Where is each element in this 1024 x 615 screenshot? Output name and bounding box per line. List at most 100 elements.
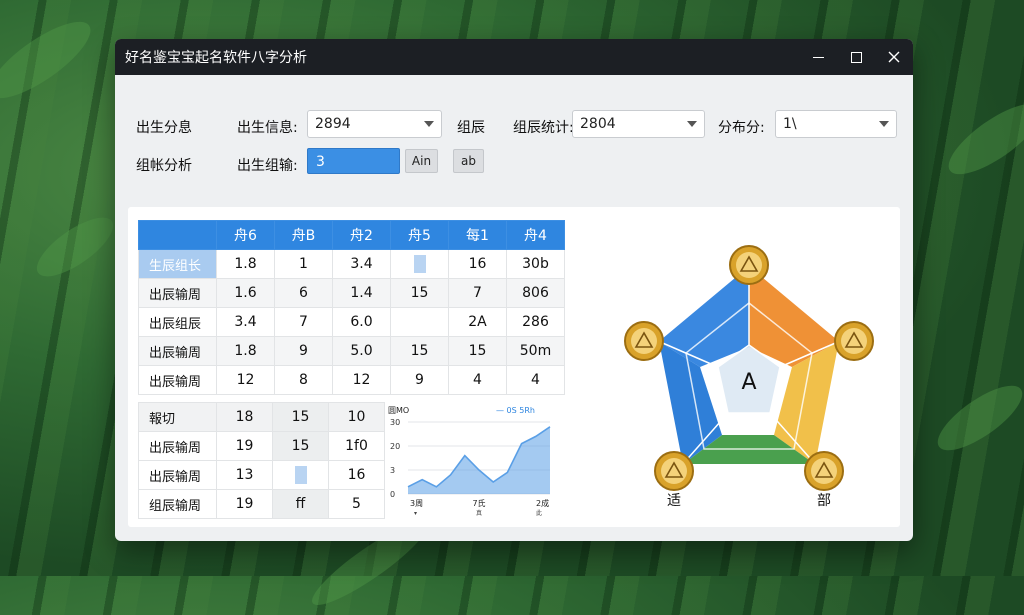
table-cell[interactable]: 7: [274, 307, 333, 337]
birth-input-field[interactable]: 3: [307, 148, 400, 174]
maximize-icon: [850, 51, 862, 63]
title-bar: 好名鉴宝宝起名软件八字分析: [115, 39, 913, 75]
table-cell[interactable]: 9: [390, 365, 449, 395]
table-cell[interactable]: 286: [506, 307, 565, 337]
secondary-data-table: 報切 18 15 10 出辰输周 19 15 1f0 出辰输周 13 16 组辰…: [138, 402, 385, 519]
table-cell[interactable]: 3.4: [332, 249, 391, 279]
minimize-icon: [812, 56, 824, 58]
column-header[interactable]: 舟5: [390, 220, 449, 250]
table-cell[interactable]: 2A: [448, 307, 507, 337]
main-data-table: 舟6 舟B 舟2 舟5 每1 舟4 生辰组长 1.8 1 3.4 16 30b …: [138, 220, 565, 395]
table-cell[interactable]: 1.8: [216, 336, 275, 366]
table-cell[interactable]: 50m: [506, 336, 565, 366]
row-header: 组辰输周: [138, 489, 217, 519]
table-cell[interactable]: 8: [274, 365, 333, 395]
table-cell[interactable]: 7: [448, 278, 507, 308]
table-cell[interactable]: 15: [390, 278, 449, 308]
chart-y-tick-label: 20: [390, 442, 400, 451]
table-cell[interactable]: [272, 460, 329, 490]
column-header[interactable]: 每1: [448, 220, 507, 250]
table-cell[interactable]: [390, 249, 449, 279]
table-cell[interactable]: 15: [272, 431, 329, 461]
column-header[interactable]: 舟B: [274, 220, 333, 250]
table-cell[interactable]: 4: [448, 365, 507, 395]
birth-input-label: 出生组输:: [237, 158, 298, 174]
table-row[interactable]: 出辰输周 12 8 12 9 4 4: [138, 365, 565, 395]
table-row[interactable]: 出辰输周 13 16: [138, 460, 385, 490]
row-header: 報切: [138, 402, 217, 432]
chart-x-sublabel: ▾: [414, 510, 417, 516]
table-cell[interactable]: 16: [448, 249, 507, 279]
table-cell[interactable]: 12: [332, 365, 391, 395]
table-cell[interactable]: 12: [216, 365, 275, 395]
close-button[interactable]: [875, 39, 913, 75]
row-header: 出辰输周: [138, 431, 217, 461]
action-button-1[interactable]: Ain: [405, 149, 438, 173]
group-stat-select[interactable]: 2804: [572, 110, 705, 138]
action-button-2[interactable]: ab: [453, 149, 484, 173]
bg-leaf: [928, 374, 1024, 462]
table-cell[interactable]: 3.4: [216, 307, 275, 337]
table-cell[interactable]: 18: [216, 402, 273, 432]
table-cell[interactable]: 6: [274, 278, 333, 308]
table-cell[interactable]: 1.8: [216, 249, 275, 279]
table-cell[interactable]: 6.0: [332, 307, 391, 337]
table-row[interactable]: 生辰组长 1.8 1 3.4 16 30b: [138, 249, 565, 279]
bg-leaf: [0, 9, 101, 111]
group-stat-value: 2804: [580, 116, 616, 132]
table-cell[interactable]: 9: [274, 336, 333, 366]
table-row[interactable]: 出辰输周 1.6 6 1.4 15 7 806: [138, 278, 565, 308]
table-cell[interactable]: 15: [272, 402, 329, 432]
column-header[interactable]: 舟6: [216, 220, 275, 250]
table-cell[interactable]: 5.0: [332, 336, 391, 366]
chart-y-tick-label: 30: [390, 418, 400, 427]
radar-bottom-right-label: 部: [817, 493, 831, 507]
minimize-button[interactable]: [799, 39, 837, 75]
table-cell[interactable]: 13: [216, 460, 273, 490]
bg-leaf: [939, 91, 1024, 187]
table-cell[interactable]: 10: [328, 402, 385, 432]
table-row[interactable]: 组辰输周 19 ff 5: [138, 489, 385, 519]
badge-bottom-right-icon: [804, 451, 844, 491]
chart-title: 圆MO: [388, 406, 409, 415]
column-header[interactable]: 舟4: [506, 220, 565, 250]
section-label-analysis: 组帐分析: [136, 158, 192, 174]
table-cell[interactable]: 19: [216, 431, 273, 461]
table-cell[interactable]: 1.4: [332, 278, 391, 308]
table-cell[interactable]: 15: [390, 336, 449, 366]
radar-bottom-left-label: 适: [667, 493, 681, 507]
table-cell[interactable]: 5: [328, 489, 385, 519]
table-cell[interactable]: 15: [448, 336, 507, 366]
column-label: 组辰: [457, 120, 485, 136]
column-header[interactable]: 舟2: [332, 220, 391, 250]
table-cell[interactable]: 806: [506, 278, 565, 308]
table-row[interactable]: 出辰输周 19 15 1f0: [138, 431, 385, 461]
table-row[interactable]: 出辰输周 1.8 9 5.0 15 15 50m: [138, 336, 565, 366]
window-title: 好名鉴宝宝起名软件八字分析: [125, 50, 307, 66]
table-cell[interactable]: 19: [216, 489, 273, 519]
table-cell[interactable]: 1: [274, 249, 333, 279]
chevron-down-icon: [424, 121, 434, 127]
chevron-down-icon: [879, 121, 889, 127]
table-cell[interactable]: [390, 307, 449, 337]
badge-top-icon: [729, 245, 769, 285]
table-cell[interactable]: 4: [506, 365, 565, 395]
score-select[interactable]: 1\: [775, 110, 897, 138]
table-cell[interactable]: 1f0: [328, 431, 385, 461]
section-label-birth: 出生分息: [136, 120, 192, 136]
table-cell[interactable]: 1.6: [216, 278, 275, 308]
table-cell[interactable]: 16: [328, 460, 385, 490]
table-cell[interactable]: ff: [272, 489, 329, 519]
chart-y-ticks: 302030: [390, 418, 400, 499]
form-area: 出生分息 出生信息: 2894 组辰 组辰统计: 2804 分布分: 1\ 组帐…: [115, 75, 913, 215]
row-header: 生辰组长: [138, 249, 217, 279]
close-icon: [888, 51, 900, 63]
birth-info-select[interactable]: 2894: [307, 110, 442, 138]
maximize-button[interactable]: [837, 39, 875, 75]
table-row[interactable]: 出辰组辰 3.4 7 6.0 2A 286: [138, 307, 565, 337]
group-stat-label: 组辰统计:: [513, 120, 574, 136]
table-cell[interactable]: 30b: [506, 249, 565, 279]
row-header: 出辰输周: [138, 365, 217, 395]
table-row[interactable]: 報切 18 15 10: [138, 402, 385, 432]
chart-x-sublabel: 真: [476, 509, 482, 516]
